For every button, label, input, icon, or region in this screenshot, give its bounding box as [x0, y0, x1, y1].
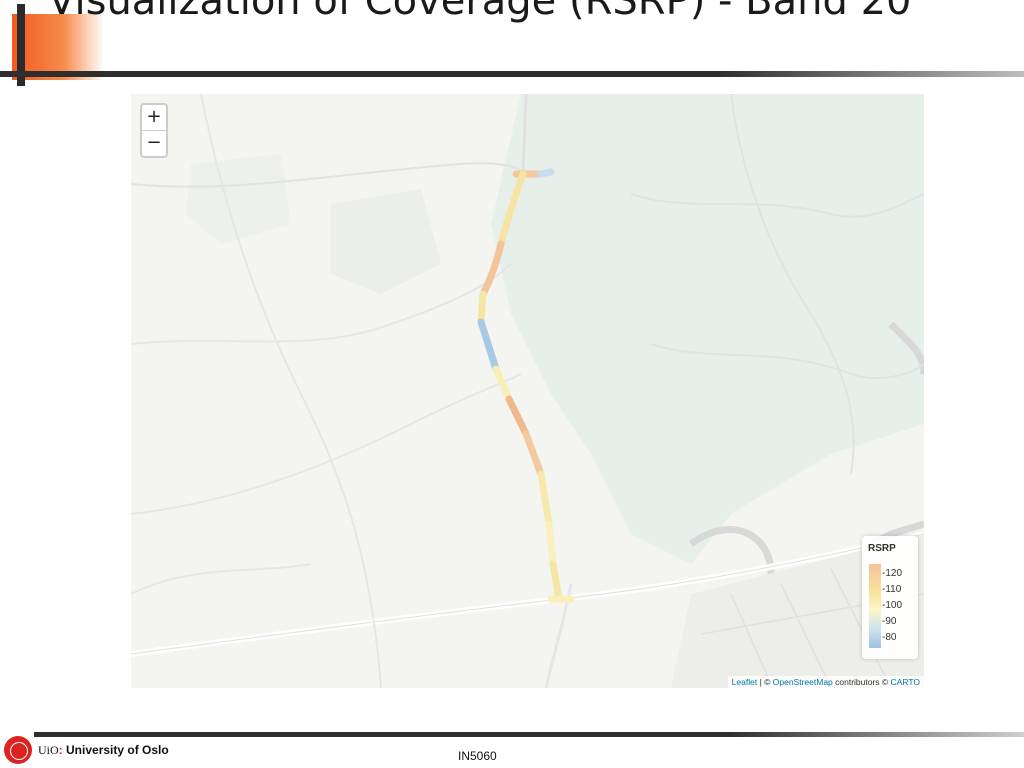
legend-tick: -120 [882, 568, 903, 579]
attribution-separator: | © [757, 677, 773, 687]
legend-tick: -80 [882, 632, 897, 643]
zoom-in-button[interactable]: + [142, 105, 166, 131]
university-logo: UiO: University of Oslo [38, 743, 169, 758]
uio-seal-icon [4, 736, 32, 764]
legend-title: RSRP [868, 543, 896, 554]
university-name: University of Oslo [66, 743, 169, 757]
footer-divider [34, 732, 1024, 737]
zoom-control: + − [140, 103, 168, 158]
uio-logo-separator: : [58, 743, 63, 757]
openstreetmap-link[interactable]: OpenStreetMap [773, 677, 833, 687]
title-divider [0, 71, 1024, 77]
legend-tick: -110 [882, 584, 902, 595]
legend-tick: -90 [882, 616, 897, 627]
course-code: IN5060 [458, 749, 497, 763]
carto-link[interactable]: CARTO [891, 677, 920, 687]
uio-logo-text: UiO [38, 743, 59, 757]
coverage-map[interactable]: + − RSRP -120 -110 -100 -90 -80 Leaflet … [131, 94, 924, 688]
zoom-out-button[interactable]: − [142, 131, 166, 156]
slide-title: Visualization of Coverage (RSRP) - Band … [48, 0, 912, 24]
legend-color-scale [869, 564, 881, 648]
map-basemap [131, 94, 924, 688]
legend-tick: -100 [882, 600, 903, 611]
rsrp-legend: RSRP -120 -110 -100 -90 -80 [862, 536, 918, 659]
leaflet-link[interactable]: Leaflet [732, 677, 758, 687]
map-attribution: Leaflet | © OpenStreetMap contributors ©… [727, 676, 924, 688]
attribution-contributors: contributors © [832, 677, 891, 687]
